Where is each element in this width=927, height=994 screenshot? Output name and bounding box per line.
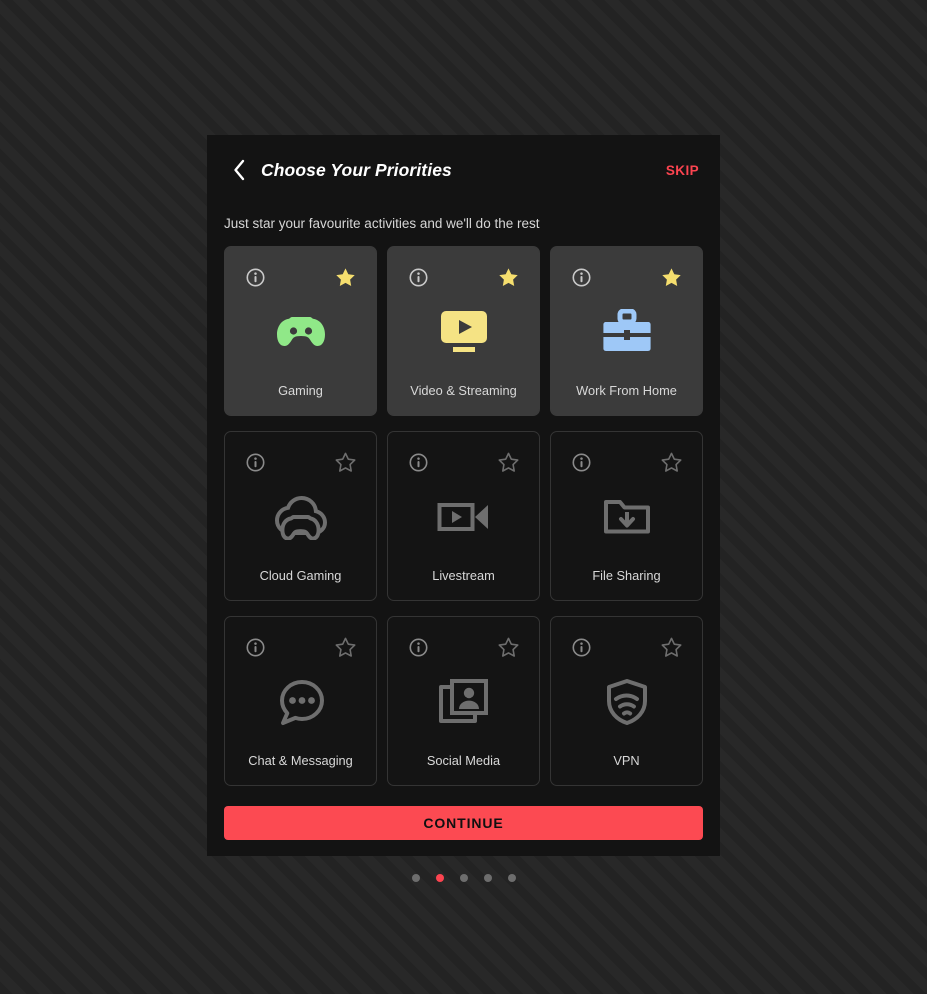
info-icon[interactable]	[246, 453, 265, 472]
star-outline-icon[interactable]	[335, 452, 356, 473]
star-filled-icon[interactable]	[498, 267, 519, 288]
info-icon[interactable]	[409, 453, 428, 472]
priority-card-label: VPN	[613, 753, 640, 768]
priority-card-label: Livestream	[432, 568, 495, 583]
star-outline-icon[interactable]	[335, 637, 356, 658]
priority-card-label: Gaming	[278, 383, 323, 398]
photos-person-icon	[388, 673, 539, 731]
priority-card-label: Video & Streaming	[410, 383, 517, 398]
priority-card-gaming[interactable]: Gaming	[224, 246, 377, 416]
skip-button[interactable]: SKIP	[666, 163, 699, 178]
priority-card-video[interactable]: Video & Streaming	[387, 246, 540, 416]
shield-wifi-icon	[551, 673, 702, 731]
priority-card-vpn[interactable]: VPN	[550, 616, 703, 786]
priority-card-livestream[interactable]: Livestream	[387, 431, 540, 601]
priority-card-chat[interactable]: Chat & Messaging	[224, 616, 377, 786]
pagination-dot-2[interactable]	[435, 874, 444, 882]
cloud-gamepad-icon	[225, 488, 376, 546]
info-icon[interactable]	[572, 268, 591, 287]
pagination-dot-4[interactable]	[483, 874, 492, 882]
star-filled-icon[interactable]	[335, 267, 356, 288]
panel-header: Choose Your Priorities SKIP	[207, 135, 720, 205]
info-icon[interactable]	[246, 638, 265, 657]
monitor-play-icon	[388, 303, 539, 361]
priority-card-file-sharing[interactable]: File Sharing	[550, 431, 703, 601]
page-title: Choose Your Priorities	[261, 159, 452, 180]
page-subtitle: Just star your favourite activities and …	[224, 216, 540, 231]
priority-card-work-from-home[interactable]: Work From Home	[550, 246, 703, 416]
priorities-grid: Gaming Video & Streaming Work From Home Clo…	[224, 246, 703, 786]
folder-download-icon	[551, 488, 702, 546]
info-icon[interactable]	[409, 268, 428, 287]
pagination-dots	[0, 874, 927, 882]
priority-card-label: Work From Home	[576, 383, 677, 398]
info-icon[interactable]	[572, 638, 591, 657]
star-outline-icon[interactable]	[661, 452, 682, 473]
star-outline-icon[interactable]	[498, 452, 519, 473]
star-filled-icon[interactable]	[661, 267, 682, 288]
info-icon[interactable]	[572, 453, 591, 472]
pagination-dot-1[interactable]	[411, 874, 420, 882]
priority-card-social-media[interactable]: Social Media	[387, 616, 540, 786]
priority-card-label: Cloud Gaming	[259, 568, 342, 583]
info-icon[interactable]	[409, 638, 428, 657]
briefcase-icon	[551, 303, 702, 361]
star-outline-icon[interactable]	[498, 637, 519, 658]
continue-button[interactable]: CONTINUE	[224, 806, 703, 840]
priority-card-label: Chat & Messaging	[248, 753, 353, 768]
chat-bubble-icon	[225, 673, 376, 731]
pagination-dot-3[interactable]	[459, 874, 468, 882]
info-icon[interactable]	[246, 268, 265, 287]
priority-card-label: File Sharing	[592, 568, 661, 583]
star-outline-icon[interactable]	[661, 637, 682, 658]
chevron-left-icon	[233, 159, 244, 181]
priority-card-label: Social Media	[426, 753, 501, 768]
video-camera-icon	[388, 488, 539, 546]
pagination-dot-5[interactable]	[507, 874, 516, 882]
gamepad-icon	[225, 303, 376, 361]
priority-card-cloud-gaming[interactable]: Cloud Gaming	[224, 431, 377, 601]
back-button[interactable]	[225, 153, 253, 187]
